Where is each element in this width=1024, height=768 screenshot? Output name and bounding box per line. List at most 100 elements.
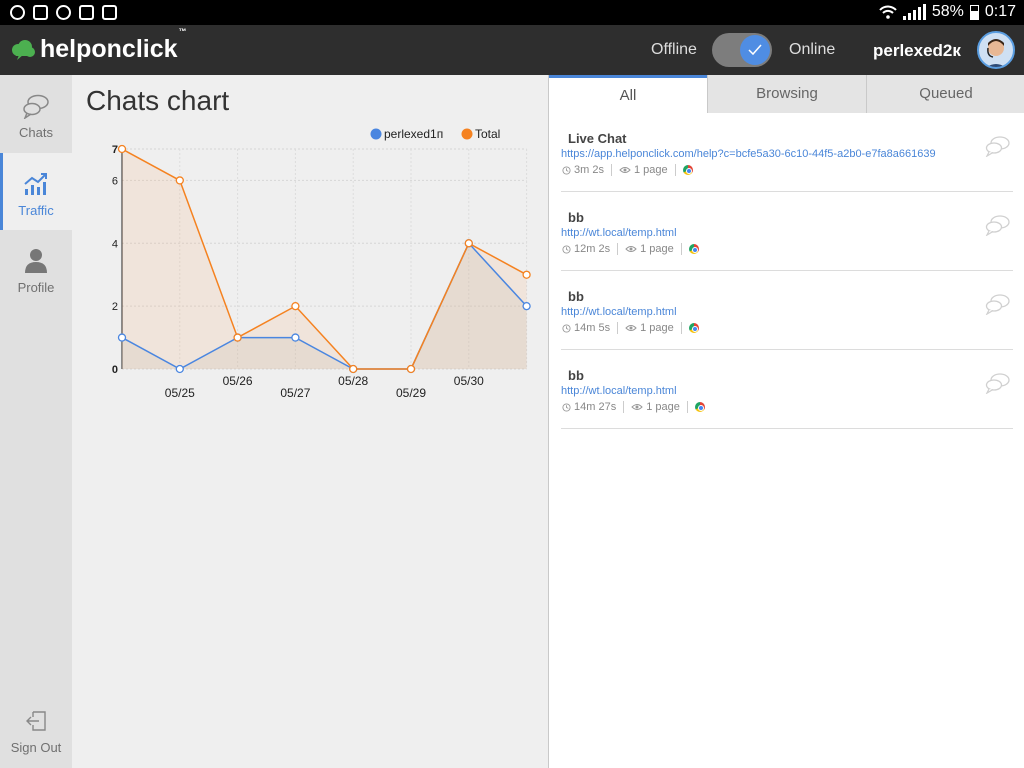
visitor-tabs: All Browsing Queued <box>549 75 1024 113</box>
eye-icon <box>625 246 637 252</box>
visit-duration: 12m 2s <box>574 243 611 255</box>
sign-out-button[interactable]: Sign Out <box>0 710 72 768</box>
data-point <box>406 364 416 374</box>
data-point <box>464 239 473 248</box>
visitor-list-item[interactable]: bb http://wt.local/temp.html 12m 2s 1 pa… <box>561 192 1013 271</box>
sidebar-item-label: Chats <box>19 125 53 140</box>
visitor-list: Live Chat https://app.helponclick.com/he… <box>561 113 1013 429</box>
visitor-url[interactable]: http://wt.local/temp.html <box>561 227 677 239</box>
data-point <box>117 333 127 342</box>
visitor-url[interactable]: https://app.helponclick.com/help?c=bcfe5… <box>561 148 936 160</box>
logo-cloud-icon <box>12 39 35 60</box>
start-chat-icon[interactable] <box>985 293 1011 315</box>
offline-label[interactable]: Offline <box>651 41 697 59</box>
clock-icon <box>562 323 571 333</box>
checkmark-icon <box>748 44 762 56</box>
data-point <box>291 333 300 342</box>
app-header: helponclick™ Offline Online perlexed2к <box>0 25 1024 75</box>
visitor-title: bb <box>568 368 584 383</box>
page-title: Chats chart <box>86 85 230 116</box>
person-icon <box>25 249 47 273</box>
chats-line-chart: 0 2 4 6 7 05/25 05/27 05/29 05/26 05/28 05/30 perle… <box>112 127 531 400</box>
start-chat-icon[interactable] <box>985 214 1011 236</box>
start-chat-icon[interactable] <box>985 372 1011 394</box>
page-count: 1 page <box>640 322 674 334</box>
clock-icon <box>562 244 571 254</box>
chat-bubbles-icon <box>23 94 49 119</box>
y-tick-label: 7 <box>112 144 118 156</box>
chats-chart-panel: Chats chart 0 2 4 6 7 05/25 05/27 05/29 05/26 05/… <box>72 75 548 768</box>
visitor-url[interactable]: http://wt.local/temp.html <box>561 306 677 318</box>
y-tick-label: 4 <box>112 238 118 250</box>
visitor-meta: 14m 5s 1 page <box>562 322 699 334</box>
tab-browsing[interactable]: Browsing <box>707 75 866 113</box>
user-avatar[interactable] <box>977 31 1015 69</box>
start-chat-icon[interactable] <box>985 135 1011 157</box>
system-status-bar: 58% 0:17 <box>0 0 1024 25</box>
x-tick-label: 05/30 <box>454 374 484 388</box>
logo-text: helponclick™ <box>40 27 187 63</box>
wifi-icon <box>879 5 897 19</box>
visitors-panel: All Browsing Queued Live Chat https://ap… <box>548 75 1024 768</box>
eye-icon <box>625 325 637 331</box>
data-point <box>175 364 184 374</box>
data-point <box>522 301 531 311</box>
sign-out-label: Sign Out <box>10 740 62 755</box>
sign-out-icon <box>26 711 46 731</box>
helponclick-logo: helponclick™ <box>10 27 187 64</box>
avatar-person-icon <box>987 39 1005 67</box>
data-point <box>522 270 531 279</box>
x-tick-label: 05/29 <box>396 386 426 400</box>
visit-duration: 14m 27s <box>574 401 617 413</box>
page-count: 1 page <box>633 164 668 176</box>
sidebar-item-label: Profile <box>17 280 55 295</box>
legend-swatch <box>461 128 473 140</box>
visitor-meta: 3m 2s 1 page <box>562 164 693 176</box>
visitor-list-item[interactable]: bb http://wt.local/temp.html 14m 27s 1 p… <box>561 350 1013 429</box>
legend-swatch <box>370 128 382 140</box>
clock-icon <box>562 165 571 175</box>
clock-time: 0:17 <box>984 3 1016 20</box>
visit-duration: 3m 2s <box>574 164 604 176</box>
page-count: 1 page <box>646 401 680 413</box>
visitor-list-item[interactable]: bb http://wt.local/temp.html 14m 5s 1 pa… <box>561 271 1013 350</box>
online-label[interactable]: Online <box>789 41 835 59</box>
chrome-icon <box>688 244 699 254</box>
sidebar-item-profile[interactable]: Profile <box>0 230 72 307</box>
x-tick-label: 05/26 <box>223 374 253 388</box>
clipboard-check-icon <box>79 5 94 20</box>
data-point <box>291 301 300 311</box>
visitor-title: Live Chat <box>568 131 627 146</box>
x-tick-label: 05/25 <box>165 386 195 400</box>
visitor-url[interactable]: http://wt.local/temp.html <box>561 385 677 397</box>
image-notification-icon <box>33 5 48 20</box>
legend-label: Total <box>475 127 500 141</box>
sidebar-item-chats[interactable]: Chats <box>0 75 72 152</box>
eye-icon <box>619 167 631 173</box>
visitor-meta: 12m 2s 1 page <box>562 243 699 255</box>
data-point <box>175 176 184 185</box>
online-status-toggle[interactable] <box>712 33 772 67</box>
tab-all[interactable]: All <box>549 75 707 113</box>
cell-signal-icon <box>902 4 926 20</box>
power-notification-icon <box>56 5 71 20</box>
sidebar-item-label: Traffic <box>18 203 54 218</box>
clock-icon <box>562 402 571 412</box>
y-tick-label: 2 <box>112 301 118 313</box>
username[interactable]: perlexed2к <box>873 41 961 61</box>
legend-label: perlexed1п <box>384 127 443 141</box>
tab-queued[interactable]: Queued <box>866 75 1024 113</box>
chrome-icon <box>688 323 699 333</box>
y-tick-label: 0 <box>112 364 118 376</box>
x-tick-label: 05/27 <box>280 386 310 400</box>
sidebar-item-traffic[interactable]: Traffic <box>0 153 72 230</box>
toggle-knob <box>740 35 770 65</box>
data-point <box>349 364 358 374</box>
battery-percent: 58% <box>931 3 964 20</box>
visitor-list-item[interactable]: Live Chat https://app.helponclick.com/he… <box>561 113 1013 192</box>
page-count: 1 page <box>640 243 674 255</box>
visit-duration: 14m 5s <box>574 322 611 334</box>
x-tick-label: 05/28 <box>338 374 368 388</box>
eye-icon <box>631 404 643 410</box>
store-bag-icon <box>102 5 117 20</box>
